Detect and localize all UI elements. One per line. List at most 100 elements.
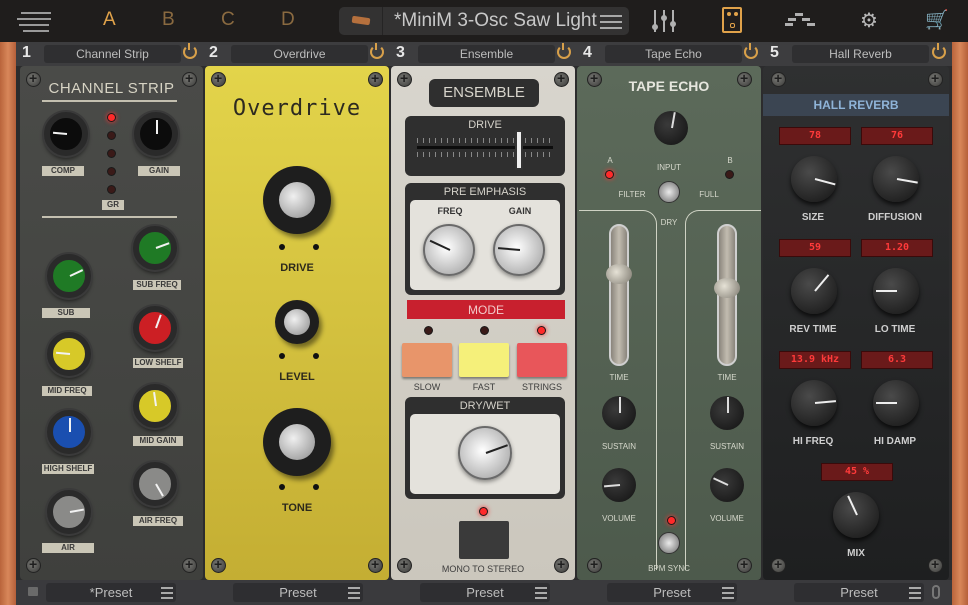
time-a-slider[interactable] bbox=[609, 224, 629, 366]
lock-icon[interactable] bbox=[28, 587, 38, 596]
strings-label: STRINGS bbox=[521, 382, 562, 392]
lo-time-knob[interactable] bbox=[873, 268, 919, 314]
ensemble-panel: ENSEMBLE DRIVE PRE EMPHASIS FREQ GAIN MO… bbox=[391, 66, 575, 580]
low-shelf-label: LOW SHELF bbox=[133, 358, 183, 368]
size-knob[interactable] bbox=[791, 156, 837, 202]
effect-selector[interactable]: Overdrive bbox=[231, 45, 368, 63]
full-label: FULL bbox=[699, 190, 719, 199]
time-a-handle[interactable] bbox=[606, 264, 632, 284]
slot-header-5: 5 Hall Reverb bbox=[764, 42, 952, 66]
hi-damp-knob[interactable] bbox=[873, 380, 919, 426]
comp-label: COMP bbox=[42, 166, 84, 176]
effect-selector[interactable]: Tape Echo bbox=[605, 45, 742, 63]
freq-knob[interactable] bbox=[423, 224, 475, 276]
strings-led bbox=[537, 326, 546, 335]
slot-a-tab[interactable]: A bbox=[103, 9, 116, 31]
high-shelf-knob[interactable] bbox=[47, 410, 91, 454]
hi-freq-display: 13.9 kHz bbox=[779, 351, 851, 369]
mid-gain-knob[interactable] bbox=[133, 384, 177, 428]
dry-wet-inner bbox=[410, 414, 560, 494]
ensemble-title-box: ENSEMBLE bbox=[429, 79, 539, 107]
preset-menu-icon[interactable] bbox=[722, 587, 734, 602]
slot-b-tab[interactable]: B bbox=[162, 9, 175, 31]
mid-freq-knob[interactable] bbox=[47, 332, 91, 376]
low-shelf-knob[interactable] bbox=[133, 306, 177, 350]
preset-menu-icon[interactable] bbox=[600, 15, 622, 33]
power-icon[interactable] bbox=[557, 43, 571, 59]
preset-menu-icon[interactable] bbox=[909, 587, 921, 602]
effect-selector[interactable]: Hall Reverb bbox=[792, 45, 929, 63]
volume-b-knob[interactable] bbox=[710, 468, 744, 502]
mixer-icon[interactable] bbox=[652, 10, 678, 32]
mono-to-stereo-button[interactable] bbox=[459, 521, 509, 559]
preset-name[interactable]: *MiniM 3-Osc Saw Light bbox=[394, 10, 597, 32]
slow-button[interactable] bbox=[402, 343, 452, 377]
input-knob[interactable] bbox=[654, 111, 688, 145]
preset-selector[interactable]: Preset bbox=[607, 583, 737, 602]
dry-wet-knob[interactable] bbox=[458, 426, 512, 480]
preset-menu-icon[interactable] bbox=[535, 587, 547, 602]
sub-freq-knob[interactable] bbox=[133, 226, 177, 270]
sub-freq-label: SUB FREQ bbox=[133, 280, 181, 290]
effect-selector[interactable]: Ensemble bbox=[418, 45, 555, 63]
comp-knob[interactable] bbox=[44, 112, 88, 156]
keyboard-icon[interactable] bbox=[339, 7, 383, 35]
fast-label: FAST bbox=[472, 382, 496, 392]
sequencer-icon[interactable] bbox=[785, 13, 815, 27]
power-icon[interactable] bbox=[744, 43, 758, 59]
power-icon[interactable] bbox=[183, 43, 197, 59]
rev-time-knob[interactable] bbox=[791, 268, 837, 314]
gain-knob[interactable] bbox=[134, 112, 178, 156]
volume-a-knob[interactable] bbox=[602, 468, 636, 502]
preset-selector[interactable]: Preset bbox=[420, 583, 550, 602]
b-label: B bbox=[727, 156, 733, 165]
slot-d-tab[interactable]: D bbox=[281, 9, 295, 31]
preset-menu-icon[interactable] bbox=[161, 587, 173, 602]
hi-freq-knob[interactable] bbox=[791, 380, 837, 426]
drive-slider-handle[interactable] bbox=[517, 132, 521, 168]
screw-icon bbox=[737, 556, 752, 573]
hi-damp-display: 6.3 bbox=[861, 351, 933, 369]
drive-knob[interactable] bbox=[263, 166, 331, 234]
store-icon[interactable]: 🛒 bbox=[925, 8, 949, 32]
bpm-sync-toggle[interactable] bbox=[658, 532, 680, 554]
drive-slider-track[interactable] bbox=[417, 146, 553, 149]
preset-selector[interactable]: Preset bbox=[794, 583, 924, 602]
diffusion-knob[interactable] bbox=[873, 156, 919, 202]
filter-full-toggle[interactable] bbox=[658, 181, 680, 203]
tone-knob[interactable] bbox=[263, 408, 331, 476]
preset-menu-icon[interactable] bbox=[348, 587, 360, 602]
effect-selector[interactable]: Channel Strip bbox=[44, 45, 181, 63]
time-b-handle[interactable] bbox=[714, 278, 740, 298]
link-icon[interactable] bbox=[932, 585, 940, 599]
panel-title: HALL REVERB bbox=[813, 98, 899, 112]
preset-selector[interactable]: *Preset bbox=[46, 583, 176, 602]
preset-selector[interactable]: *MiniM 3-Osc Saw Light bbox=[339, 7, 629, 35]
time-b-label: TIME bbox=[717, 373, 737, 382]
power-icon[interactable] bbox=[370, 43, 384, 59]
slow-label: SLOW bbox=[413, 382, 441, 392]
preset-selector[interactable]: Preset bbox=[233, 583, 363, 602]
screw-icon bbox=[928, 70, 943, 87]
mono-to-stereo-led bbox=[479, 507, 488, 516]
power-icon[interactable] bbox=[932, 43, 946, 59]
mono-to-stereo-label: MONO TO STEREO bbox=[441, 564, 525, 574]
sub-knob[interactable] bbox=[47, 254, 91, 298]
level-label: LEVEL bbox=[279, 371, 315, 383]
settings-icon[interactable]: ⚙ bbox=[860, 8, 878, 33]
fast-button[interactable] bbox=[459, 343, 509, 377]
screw-icon bbox=[26, 556, 41, 573]
air-freq-knob[interactable] bbox=[133, 462, 177, 506]
mix-knob[interactable] bbox=[833, 492, 879, 538]
sustain-b-knob[interactable] bbox=[710, 396, 744, 430]
b-led bbox=[725, 170, 734, 179]
gain-knob[interactable] bbox=[493, 224, 545, 276]
effects-icon[interactable] bbox=[722, 7, 742, 33]
air-knob[interactable] bbox=[47, 490, 91, 534]
slot-c-tab[interactable]: C bbox=[221, 9, 235, 31]
level-knob[interactable] bbox=[275, 300, 319, 344]
screw-icon bbox=[554, 70, 569, 87]
menu-icon[interactable] bbox=[17, 12, 51, 32]
sustain-a-knob[interactable] bbox=[602, 396, 636, 430]
strings-button[interactable] bbox=[517, 343, 567, 377]
